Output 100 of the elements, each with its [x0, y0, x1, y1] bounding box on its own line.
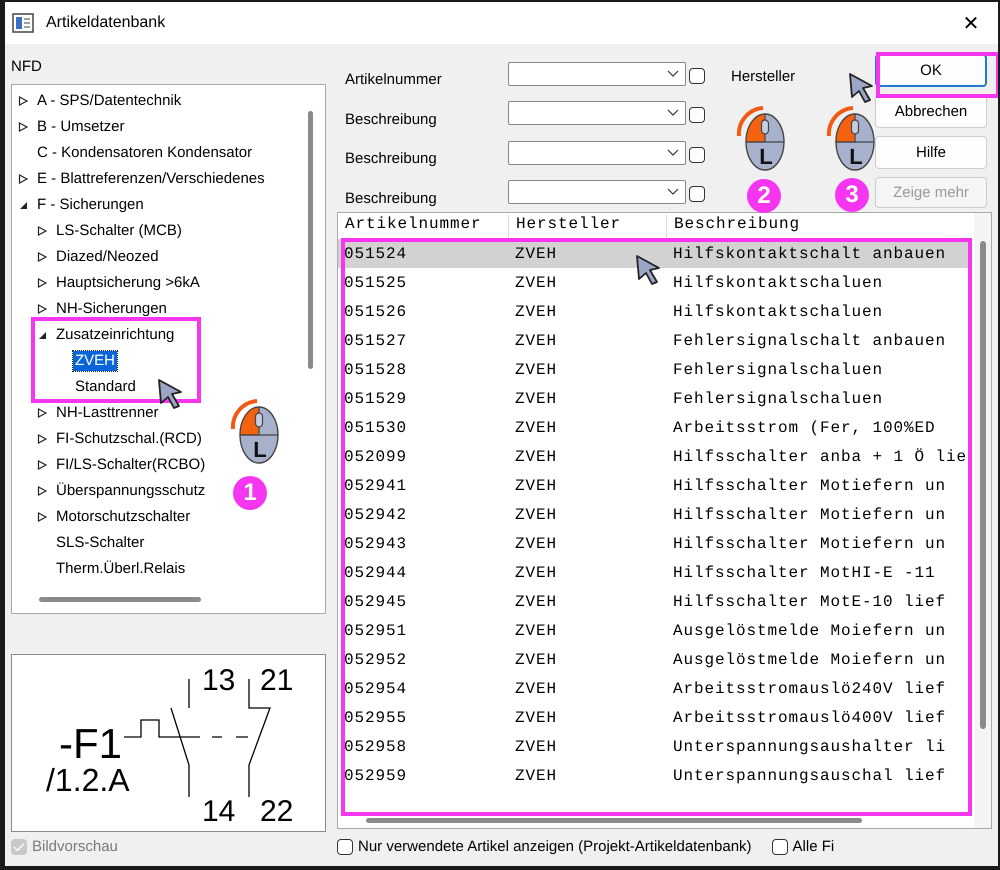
- expand-arrow-icon[interactable]: [37, 512, 47, 522]
- table-row[interactable]: 052954 ZVEH Arbeitsstromauslö240V lief: [338, 674, 972, 703]
- table-cell-text: ZVEH: [514, 534, 558, 552]
- table-row[interactable]: 051528 ZVEH Fehlersignalschaluen: [338, 355, 972, 384]
- dialog-button[interactable]: Abbrechen: [875, 95, 987, 128]
- tree-item[interactable]: B - Umsetzer: [35, 117, 127, 137]
- pointer-icon: [157, 378, 185, 410]
- option-checkbox[interactable]: [337, 838, 353, 854]
- table-row[interactable]: 052944 ZVEH Hilfsschalter MotHI-E -11: [338, 558, 972, 587]
- table-cell-text: ZVEH: [514, 418, 558, 436]
- table-row[interactable]: 052941 ZVEH Hilfsschalter Motiefern un: [338, 471, 972, 500]
- scrollbar[interactable]: [366, 818, 862, 823]
- table-cell-text: ZVEH: [514, 360, 558, 378]
- table-row[interactable]: 052952 ZVEH Ausgelöstmelde Moiefern un: [338, 645, 972, 674]
- table-cell-text: ZVEH: [514, 274, 558, 292]
- table-cell-text: 051527: [343, 332, 408, 350]
- table-row[interactable]: 052959 ZVEH Unterspannungsauschal lief: [338, 761, 972, 790]
- table-row[interactable]: 052958 ZVEH Unterspannungsaushalter li: [338, 732, 972, 761]
- tree-item[interactable]: LS-Schalter (MCB): [54, 221, 184, 241]
- dropdown-field[interactable]: [508, 180, 686, 204]
- scrollbar[interactable]: [308, 111, 313, 369]
- tree-item[interactable]: NH-Sicherungen: [54, 299, 169, 319]
- tree-label: NFD: [11, 57, 43, 77]
- mouse-button-letter: L: [759, 144, 773, 169]
- table-cell-text: ZVEH: [514, 564, 558, 582]
- table-cell-text: Hilfsschalter anba + 1 Ö lie: [672, 448, 968, 466]
- table-row[interactable]: 052945 ZVEH Hilfsschalter MotE-10 lief: [338, 587, 972, 616]
- filter-checkbox[interactable]: [689, 186, 705, 202]
- tree-item[interactable]: Standard: [73, 377, 138, 397]
- option-checkbox[interactable]: [772, 838, 788, 854]
- table-cell-text: Unterspannungsauschal lief: [672, 766, 948, 784]
- table-row[interactable]: 051530 ZVEH Arbeitsstrom (Fer, 100%ED: [338, 413, 972, 442]
- expand-arrow-icon[interactable]: [18, 174, 28, 184]
- expand-arrow-icon[interactable]: [37, 434, 47, 444]
- table-row[interactable]: 052942 ZVEH Hilfsschalter Motiefern un: [338, 500, 972, 529]
- table-cell-text: ZVEH: [514, 766, 558, 784]
- tree-item[interactable]: C - Kondensatoren Kondensator: [35, 143, 254, 163]
- tree-item[interactable]: SLS-Schalter: [54, 533, 146, 553]
- expand-arrow-icon[interactable]: [37, 408, 47, 418]
- dropdown-field[interactable]: [508, 62, 686, 86]
- scrollbar[interactable]: [39, 596, 201, 602]
- table-cell-text: Ausgelöstmelde Moiefern un: [672, 622, 948, 640]
- table-cell-text: ZVEH: [514, 302, 558, 320]
- tree-item[interactable]: Therm.Überl.Relais: [54, 559, 188, 579]
- step-number-badge: 2: [747, 179, 781, 213]
- table-row[interactable]: 052943 ZVEH Hilfsschalter Motiefern un: [338, 529, 972, 558]
- tree-item[interactable]: FI-Schutzschal.(RCD): [54, 429, 204, 449]
- table-cell-text: 052954: [343, 680, 408, 698]
- tree-item[interactable]: NH-Lasttrenner: [54, 403, 161, 423]
- terminal-number: 13: [202, 664, 236, 697]
- filter-checkbox[interactable]: [689, 146, 705, 163]
- collapse-arrow-icon[interactable]: [18, 200, 28, 210]
- dropdown-field[interactable]: [508, 140, 686, 165]
- table-row[interactable]: 051529 ZVEH Fehlersignalschaluen: [338, 384, 972, 413]
- table-row[interactable]: 052951 ZVEH Ausgelöstmelde Moiefern un: [338, 616, 972, 645]
- tree-item[interactable]: F - Sicherungen: [35, 195, 146, 215]
- expand-arrow-icon[interactable]: [18, 122, 28, 132]
- table-cell-text: ZVEH: [514, 448, 558, 466]
- expand-arrow-icon[interactable]: [18, 96, 28, 106]
- table-row[interactable]: 051527 ZVEH Fehlersignalschalt anbauen: [338, 326, 972, 355]
- filter-checkbox[interactable]: [689, 68, 705, 84]
- expand-arrow-icon[interactable]: [37, 304, 47, 314]
- table-cell-text: ZVEH: [514, 650, 558, 668]
- table-row[interactable]: 051526 ZVEH Hilfskontaktschaluen: [338, 297, 972, 326]
- table-cell-text: 052944: [343, 564, 408, 582]
- expand-arrow-icon[interactable]: [37, 460, 47, 470]
- dropdown-field[interactable]: [508, 101, 686, 126]
- filter-checkbox[interactable]: [689, 107, 705, 124]
- tree-item[interactable]: Überspannungsschutz: [54, 481, 208, 501]
- dialog-button[interactable]: Hilfe: [875, 136, 987, 169]
- tree-item[interactable]: A - SPS/Datentechnik: [35, 91, 184, 111]
- close-button[interactable]: ✕: [948, 3, 994, 43]
- expand-arrow-icon[interactable]: [37, 278, 47, 288]
- field-label: Beschreibung: [344, 188, 438, 207]
- expand-arrow-icon[interactable]: [37, 226, 47, 236]
- expand-arrow-icon[interactable]: [37, 252, 47, 262]
- tree-item[interactable]: ZVEH: [73, 351, 118, 371]
- dialog-button[interactable]: OK: [875, 54, 987, 87]
- tree-item[interactable]: Zusatzeinrichtung: [54, 325, 176, 345]
- table-cell-text: 052955: [343, 708, 408, 726]
- column-header[interactable]: Beschreibung: [667, 215, 972, 239]
- table-cell-text: 052958: [343, 738, 408, 756]
- scrollbar[interactable]: [980, 241, 986, 729]
- dropdown-caret-icon: [667, 109, 679, 118]
- expand-arrow-icon[interactable]: [37, 486, 47, 496]
- window-title: Artikeldatenbank: [46, 14, 166, 32]
- tree-item[interactable]: Motorschutzschalter: [54, 507, 192, 527]
- collapse-arrow-icon[interactable]: [37, 330, 47, 340]
- table-cell-text: Ausgelöstmelde Moiefern un: [672, 650, 948, 668]
- mouse-click-icon: [736, 106, 785, 171]
- tree-item[interactable]: FI/LS-Schalter(RCBO): [54, 455, 208, 475]
- tree-item[interactable]: E - Blattreferenzen/Verschiedenes: [35, 169, 267, 189]
- column-header[interactable]: Hersteller: [509, 215, 667, 239]
- mouse-button-letter: L: [253, 437, 267, 462]
- table-row[interactable]: 052955 ZVEH Arbeitsstromauslö400V lief: [338, 703, 972, 732]
- terminal-number: 22: [260, 795, 294, 828]
- tree-item[interactable]: Hauptsicherung >6kA: [54, 273, 202, 293]
- tree-item[interactable]: Diazed/Neozed: [54, 247, 161, 267]
- field-label: Beschreibung: [344, 110, 438, 128]
- table-row[interactable]: 052099 ZVEH Hilfsschalter anba + 1 Ö lie: [338, 442, 972, 471]
